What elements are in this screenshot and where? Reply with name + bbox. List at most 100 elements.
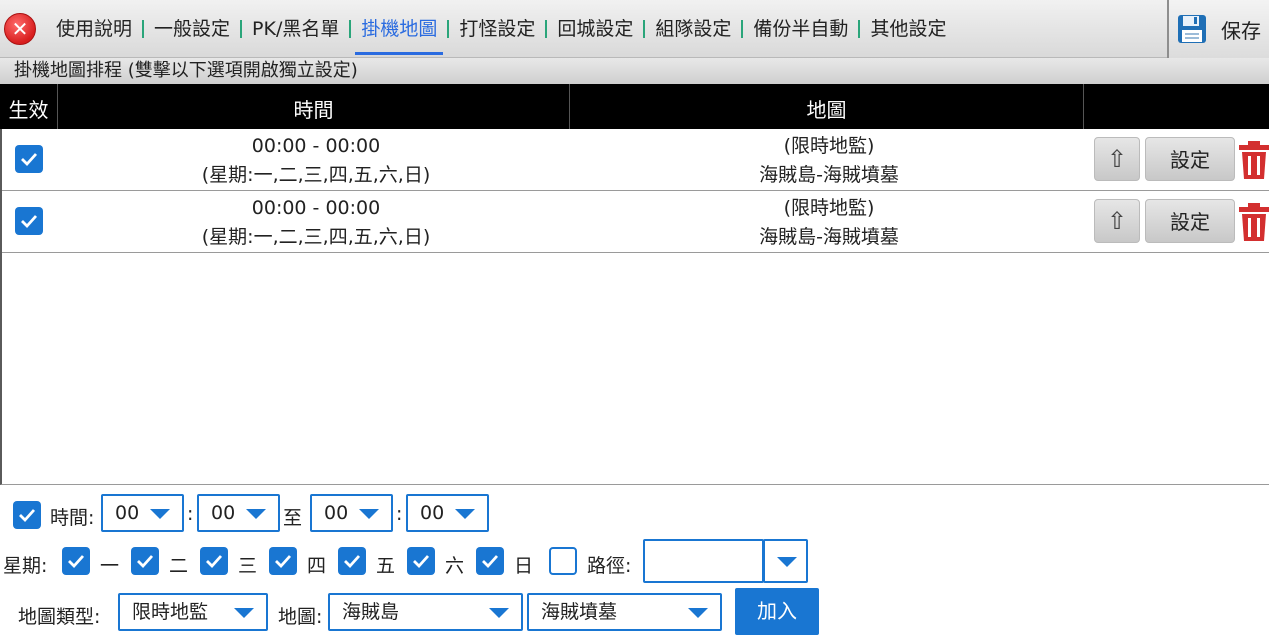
end-hour-select[interactable]: 00 [310, 494, 393, 532]
close-icon[interactable]: ✕ [4, 13, 36, 45]
chevron-down-icon [234, 608, 254, 618]
chevron-down-icon [777, 557, 797, 567]
row-enabled-checkbox[interactable] [15, 207, 43, 235]
schedule-form: 時間: 00 : 00 至 00 : 00 星期: 一 二 三 四 五 六 日 … [0, 485, 1269, 638]
to-label: 至 [283, 507, 303, 529]
arrow-up-icon: ⇧ [1106, 145, 1128, 173]
day-label-sat: 六 [445, 555, 465, 577]
header-map: 地圖 [570, 84, 1084, 129]
chevron-down-icon [150, 509, 170, 519]
checkmark-icon [206, 555, 223, 569]
add-button[interactable]: 加入 [735, 588, 819, 635]
day-checkbox-sun[interactable] [476, 547, 504, 575]
day-checkbox-tue[interactable] [131, 547, 159, 575]
tab-separator [741, 20, 744, 38]
section-title: 掛機地圖排程 (雙擊以下選項開啟獨立設定) [0, 58, 1269, 84]
time-colon: : [396, 503, 403, 525]
top-tab-bar: ✕ 使用說明 一般設定 PK/黑名單 掛機地圖 打怪設定 回城設定 組隊設定 備… [0, 0, 1269, 58]
end-hour-value: 00 [324, 502, 349, 524]
row-time-cell: 00:00 - 00:00 (星期:一,二,三,四,五,六,日) [60, 194, 572, 252]
checkmark-icon [137, 555, 154, 569]
move-up-button[interactable]: ⇧ [1094, 137, 1140, 181]
tab-general-settings[interactable]: 一般設定 [148, 0, 236, 58]
tab-return-settings[interactable]: 回城設定 [551, 0, 639, 58]
row-map: 海賊島-海賊墳墓 [759, 164, 899, 186]
row-days: (星期:一,二,三,四,五,六,日) [201, 226, 431, 248]
day-label-wed: 三 [238, 555, 258, 577]
end-minute-value: 00 [420, 502, 445, 524]
tab-separator [858, 20, 861, 38]
time-label: 時間: [50, 507, 95, 529]
start-minute-value: 00 [211, 502, 236, 524]
day-label-mon: 一 [100, 555, 120, 577]
tab-backup-semi-auto[interactable]: 備份半自動 [747, 0, 854, 58]
end-minute-select[interactable]: 00 [406, 494, 489, 532]
checkmark-icon [68, 555, 85, 569]
row-map: 海賊島-海賊墳墓 [759, 226, 899, 248]
tab-separator [142, 20, 145, 38]
day-label-thu: 四 [307, 555, 327, 577]
day-label-sun: 日 [514, 555, 534, 577]
tab-farming-map[interactable]: 掛機地圖 [355, 0, 444, 58]
checkmark-icon [21, 153, 38, 167]
row-map-cell: (限時地監) 海賊島-海賊墳墓 [572, 194, 1086, 252]
row-days: (星期:一,二,三,四,五,六,日) [201, 164, 431, 186]
map-type-value: 限時地監 [132, 601, 209, 623]
day-label-fri: 五 [376, 555, 396, 577]
checkmark-icon [275, 555, 292, 569]
trash-icon[interactable] [1238, 202, 1269, 242]
header-actions [1084, 84, 1269, 129]
row-map-type: (限時地監) [783, 135, 875, 157]
week-label: 星期: [3, 555, 48, 577]
table-header: 生效 時間 地圖 [0, 84, 1269, 129]
tab-other-settings[interactable]: 其他設定 [864, 0, 952, 58]
path-input[interactable] [643, 539, 764, 583]
checkmark-icon [21, 215, 38, 229]
chevron-down-icon [455, 509, 475, 519]
row-map-type: (限時地監) [783, 197, 875, 219]
tab-instructions[interactable]: 使用說明 [50, 0, 138, 58]
move-up-button[interactable]: ⇧ [1094, 199, 1140, 243]
chevron-down-icon [489, 608, 509, 618]
header-enabled: 生效 [0, 84, 58, 129]
start-hour-select[interactable]: 00 [101, 494, 184, 532]
tab-separator [240, 20, 243, 38]
chevron-down-icon [246, 509, 266, 519]
path-label: 路徑: [587, 555, 632, 577]
day-checkbox-wed[interactable] [200, 547, 228, 575]
time-enabled-checkbox[interactable] [13, 501, 41, 529]
row-enabled-checkbox[interactable] [15, 145, 43, 173]
day-checkbox-mon[interactable] [62, 547, 90, 575]
map-type-label: 地圖類型: [18, 606, 101, 628]
save-label: 保存 [1221, 18, 1261, 43]
tab-pk-blacklist[interactable]: PK/黑名單 [246, 0, 345, 58]
trash-icon[interactable] [1238, 140, 1269, 180]
map-select[interactable]: 海賊島 [328, 593, 523, 631]
map-value: 海賊島 [342, 601, 400, 623]
table-row[interactable]: 00:00 - 00:00 (星期:一,二,三,四,五,六,日) (限時地監) … [2, 191, 1269, 253]
tab-combat-settings[interactable]: 打怪設定 [453, 0, 541, 58]
day-checkbox-fri[interactable] [338, 547, 366, 575]
table-row[interactable]: 00:00 - 00:00 (星期:一,二,三,四,五,六,日) (限時地監) … [2, 129, 1269, 191]
arrow-up-icon: ⇧ [1106, 207, 1128, 235]
path-enabled-checkbox[interactable] [549, 547, 577, 575]
day-checkbox-thu[interactable] [269, 547, 297, 575]
map-type-select[interactable]: 限時地監 [118, 593, 268, 631]
checkmark-icon [482, 555, 499, 569]
submap-select[interactable]: 海賊墳墓 [527, 593, 722, 631]
tab-party-settings[interactable]: 組隊設定 [649, 0, 737, 58]
tab-list: 使用說明 一般設定 PK/黑名單 掛機地圖 打怪設定 回城設定 組隊設定 備份半… [50, 0, 952, 58]
row-settings-button[interactable]: 設定 [1145, 199, 1235, 243]
day-checkbox-sat[interactable] [407, 547, 435, 575]
chevron-down-icon [688, 608, 708, 618]
save-button[interactable]: 保存 [1167, 0, 1269, 58]
start-minute-select[interactable]: 00 [197, 494, 280, 532]
start-hour-value: 00 [115, 502, 140, 524]
schedule-table: 00:00 - 00:00 (星期:一,二,三,四,五,六,日) (限時地監) … [0, 129, 1269, 485]
row-settings-button[interactable]: 設定 [1145, 137, 1235, 181]
map-label: 地圖: [278, 606, 323, 628]
checkmark-icon [344, 555, 361, 569]
tab-separator [349, 20, 352, 38]
tab-separator [545, 20, 548, 38]
path-dropdown-button[interactable] [763, 539, 808, 583]
